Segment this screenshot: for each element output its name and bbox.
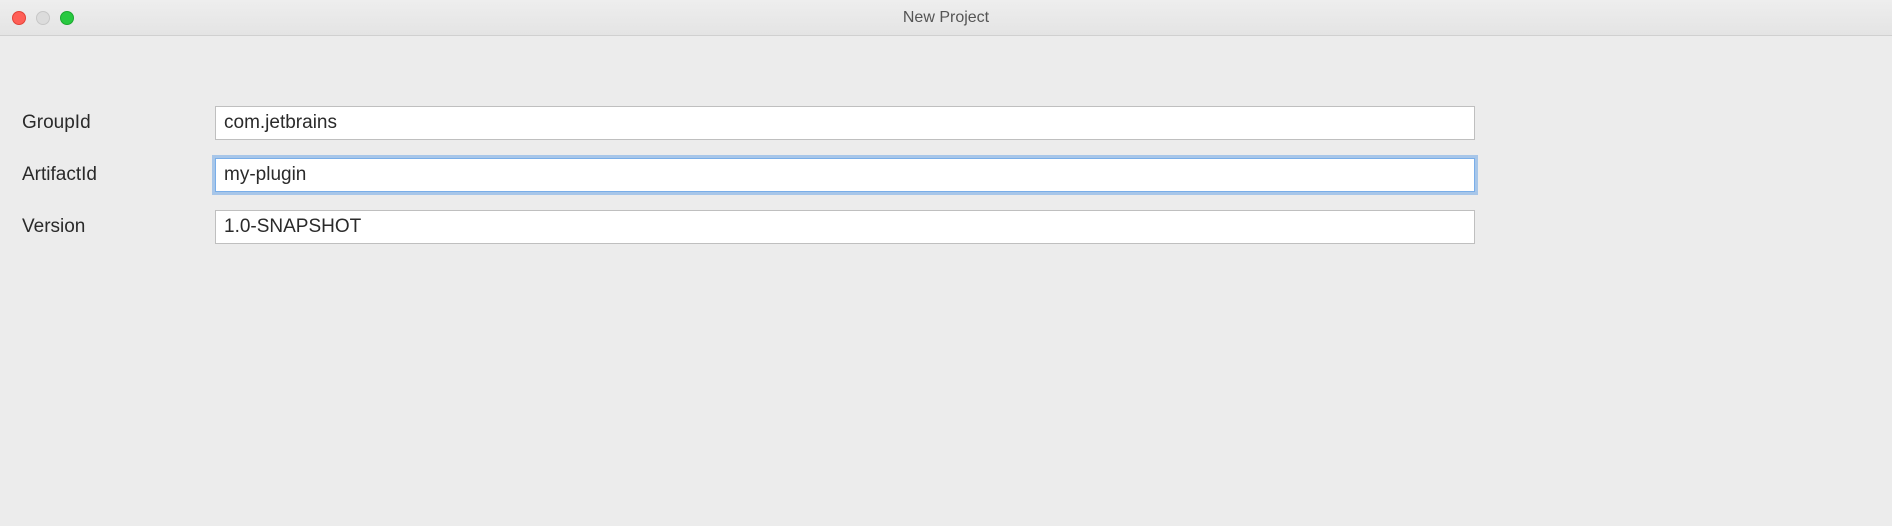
maximize-button[interactable]	[60, 11, 74, 25]
artifact-id-label: ArtifactId	[20, 164, 215, 186]
window-titlebar: New Project	[0, 0, 1892, 36]
version-input[interactable]	[215, 210, 1475, 244]
group-id-label: GroupId	[20, 112, 215, 134]
group-id-row: GroupId	[20, 106, 1872, 140]
traffic-lights	[12, 11, 74, 25]
minimize-button[interactable]	[36, 11, 50, 25]
form-area: GroupId ArtifactId Version	[0, 36, 1892, 282]
artifact-id-row: ArtifactId	[20, 158, 1872, 192]
version-row: Version	[20, 210, 1872, 244]
artifact-id-input[interactable]	[215, 158, 1475, 192]
window-title: New Project	[0, 9, 1892, 27]
group-id-input[interactable]	[215, 106, 1475, 140]
close-button[interactable]	[12, 11, 26, 25]
version-label: Version	[20, 216, 215, 238]
